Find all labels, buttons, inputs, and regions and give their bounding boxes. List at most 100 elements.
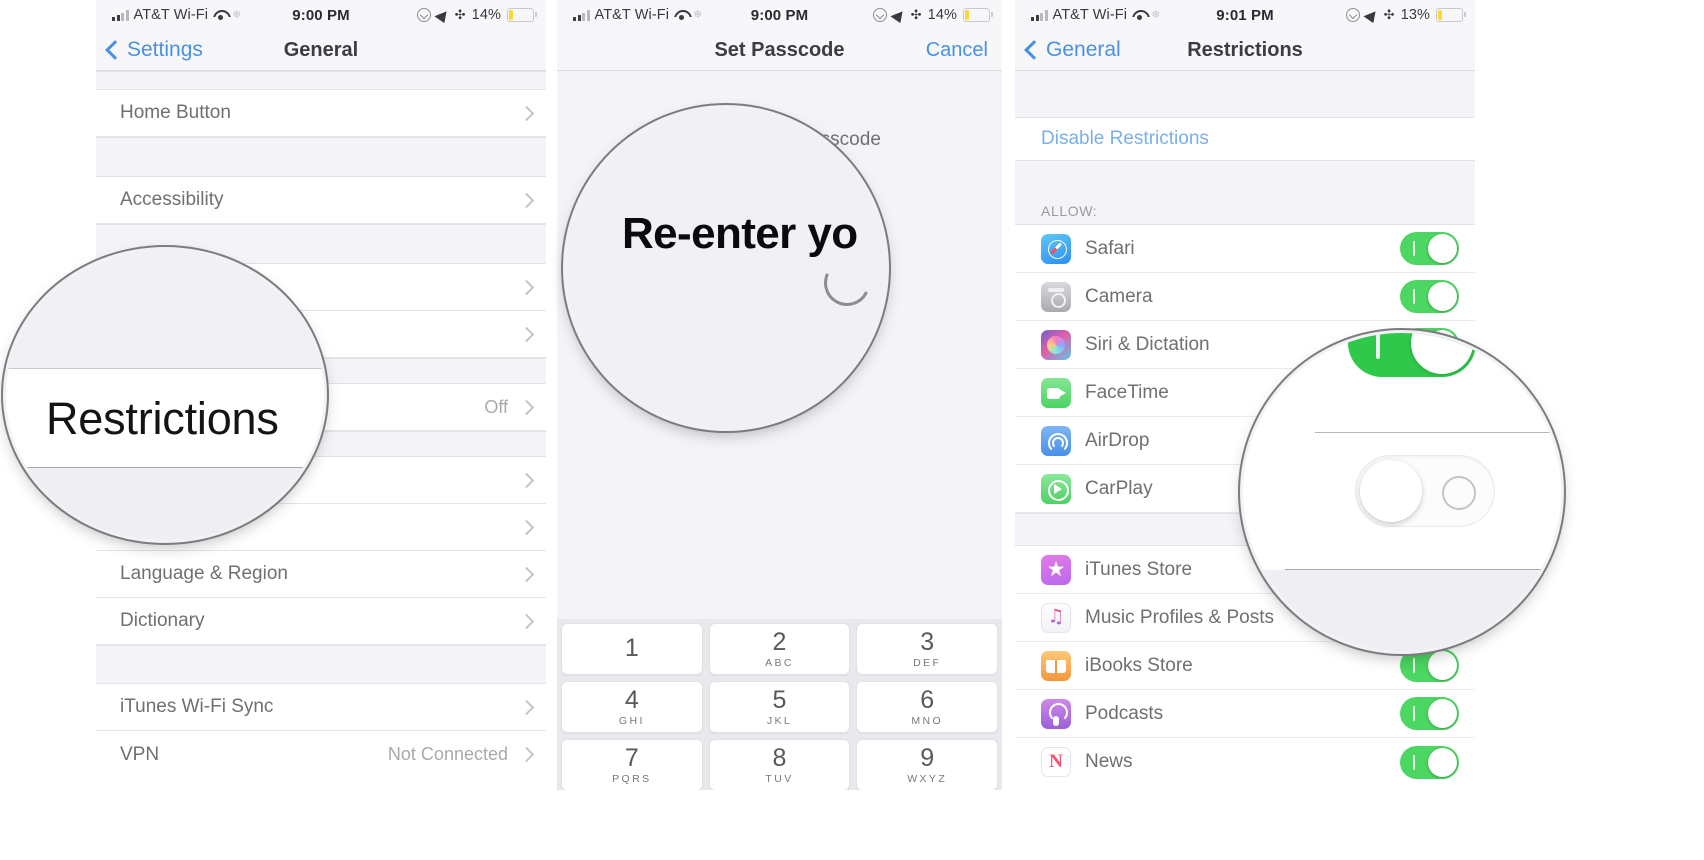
list-item-home-button[interactable]: Home Button [96,90,546,137]
list-item-itunes-wifi-sync[interactable]: iTunes Wi-Fi Sync [96,684,546,731]
list-item-accessibility[interactable]: Accessibility [96,177,546,224]
battery-percent-label: 14% [471,7,501,23]
screenshot-stage: AT&T Wi-Fi ❄ 9:00 PM ✣ 14% Settings Gene… [0,0,1704,860]
key-1[interactable]: 1 [561,623,703,675]
key-number: 6 [920,685,935,714]
list-item-dictionary[interactable]: Dictionary [96,598,546,645]
chevron-right-icon [518,519,535,535]
toggle-ibooks-store[interactable] [1400,649,1459,682]
row-label: Siri & Dictation [1085,333,1210,355]
magnifier-restrictions: Restrictions [6,250,324,540]
loupe-band [1243,570,1561,651]
location-arrow-icon [434,7,452,23]
list-gap [96,71,546,90]
nav-bar: General Restrictions [1015,30,1475,71]
chevron-right-icon [518,746,535,763]
key-2[interactable]: 2 ABC [708,623,851,675]
numeric-keypad: 1 2 ABC 3 DEF 4 GHI 5 JKL 6 MNO 7 PQRS 8… [557,619,1002,790]
restriction-row-podcasts[interactable]: Podcasts [1015,690,1475,738]
facetime-icon [1041,377,1071,408]
key-number: 2 [772,627,787,656]
toggle-news[interactable] [1400,745,1459,779]
chevron-right-icon [518,279,535,295]
keypad-row: 7 PQRS 8 TUV 9 WXYZ [561,739,999,790]
toggle-podcasts[interactable] [1400,697,1459,730]
loupe-divider [1315,432,1561,433]
loupe-toggle-off [1355,455,1495,527]
page-title: General [283,38,359,61]
row-label: Accessibility [120,189,224,210]
key-number: 9 [920,743,935,772]
key-3[interactable]: 3 DEF [856,623,999,675]
battery-icon [507,8,537,22]
row-value: Not Connected [387,744,508,764]
battery-percent-label: 13% [1400,7,1430,23]
toggle-safari[interactable] [1400,232,1459,265]
chevron-right-icon [518,326,535,342]
itunes-icon [1041,554,1071,585]
row-value: Off [484,396,508,417]
location-arrow-icon [890,7,908,23]
restriction-row-safari[interactable]: Safari [1015,225,1475,273]
nav-bar: Set Passcode Cancel [557,30,1002,71]
row-label: VPN [120,743,160,765]
list-item-language-region[interactable]: Language & Region [96,551,546,598]
key-letters: DEF [913,656,942,669]
status-right: ✣ 14% [872,7,993,23]
key-number: 5 [772,685,787,714]
podcasts-icon [1041,698,1071,729]
restriction-row-camera[interactable]: Camera [1015,273,1475,321]
chevron-right-icon [518,192,535,208]
music-icon [1041,602,1071,633]
key-number: 1 [624,633,639,662]
key-number: 7 [624,743,639,772]
list-gap [96,137,546,177]
status-bar: AT&T Wi-Fi ❄ 9:01 PM ✣ 13% [1015,0,1475,30]
status-right: ✣ 14% [416,7,537,23]
rotation-lock-icon [1345,8,1360,22]
row-label: Safari [1085,237,1135,259]
list-item-vpn[interactable]: VPN Not Connected [96,731,546,778]
row-label: Dictionary [120,610,205,631]
key-letters: JKL [766,714,793,727]
status-right: ✣ 13% [1345,7,1466,23]
key-letters: MNO [911,714,944,727]
battery-icon [963,8,993,22]
row-label: FaceTime [1085,381,1169,403]
battery-percent-label: 14% [927,7,957,23]
loupe-label-reenter: Re-enter yo [622,209,858,258]
key-number: 4 [624,685,639,714]
carplay-icon [1041,473,1071,504]
toggle-camera[interactable] [1400,280,1459,313]
key-letters: TUV [765,772,794,785]
row-label: Language & Region [120,563,288,584]
safari-icon [1041,233,1071,264]
news-icon [1041,747,1071,777]
list-gap [1015,161,1475,191]
key-5[interactable]: 5 JKL [708,681,851,733]
rotation-lock-icon [416,8,431,22]
chevron-right-icon [518,699,535,715]
key-7[interactable]: 7 PQRS [561,739,703,790]
row-label: iTunes Wi-Fi Sync [120,696,274,717]
chevron-right-icon [518,472,535,488]
status-bar: AT&T Wi-Fi ❄ 9:00 PM ✣ 14% [96,0,546,30]
chevron-right-icon [518,566,535,582]
status-bar: AT&T Wi-Fi ❄ 9:00 PM ✣ 14% [557,0,1002,30]
key-letters: ABC [765,656,794,669]
row-label: News [1085,751,1133,772]
key-6[interactable]: 6 MNO [856,681,999,733]
row-label: Podcasts [1085,702,1164,724]
key-4[interactable]: 4 GHI [561,681,703,733]
key-9[interactable]: 9 WXYZ [856,739,999,790]
row-label: Camera [1085,285,1153,307]
restriction-row-news[interactable]: News [1015,738,1475,786]
cancel-button[interactable]: Cancel [926,39,988,62]
chevron-right-icon [518,105,535,121]
loupe-band [6,468,324,540]
disable-restrictions-button[interactable]: Disable Restrictions [1015,118,1475,161]
bluetooth-icon: ✣ [910,7,922,23]
key-letters: WXYZ [907,772,948,785]
key-8[interactable]: 8 TUV [708,739,851,790]
keypad-row: 1 2 ABC 3 DEF [561,623,999,675]
